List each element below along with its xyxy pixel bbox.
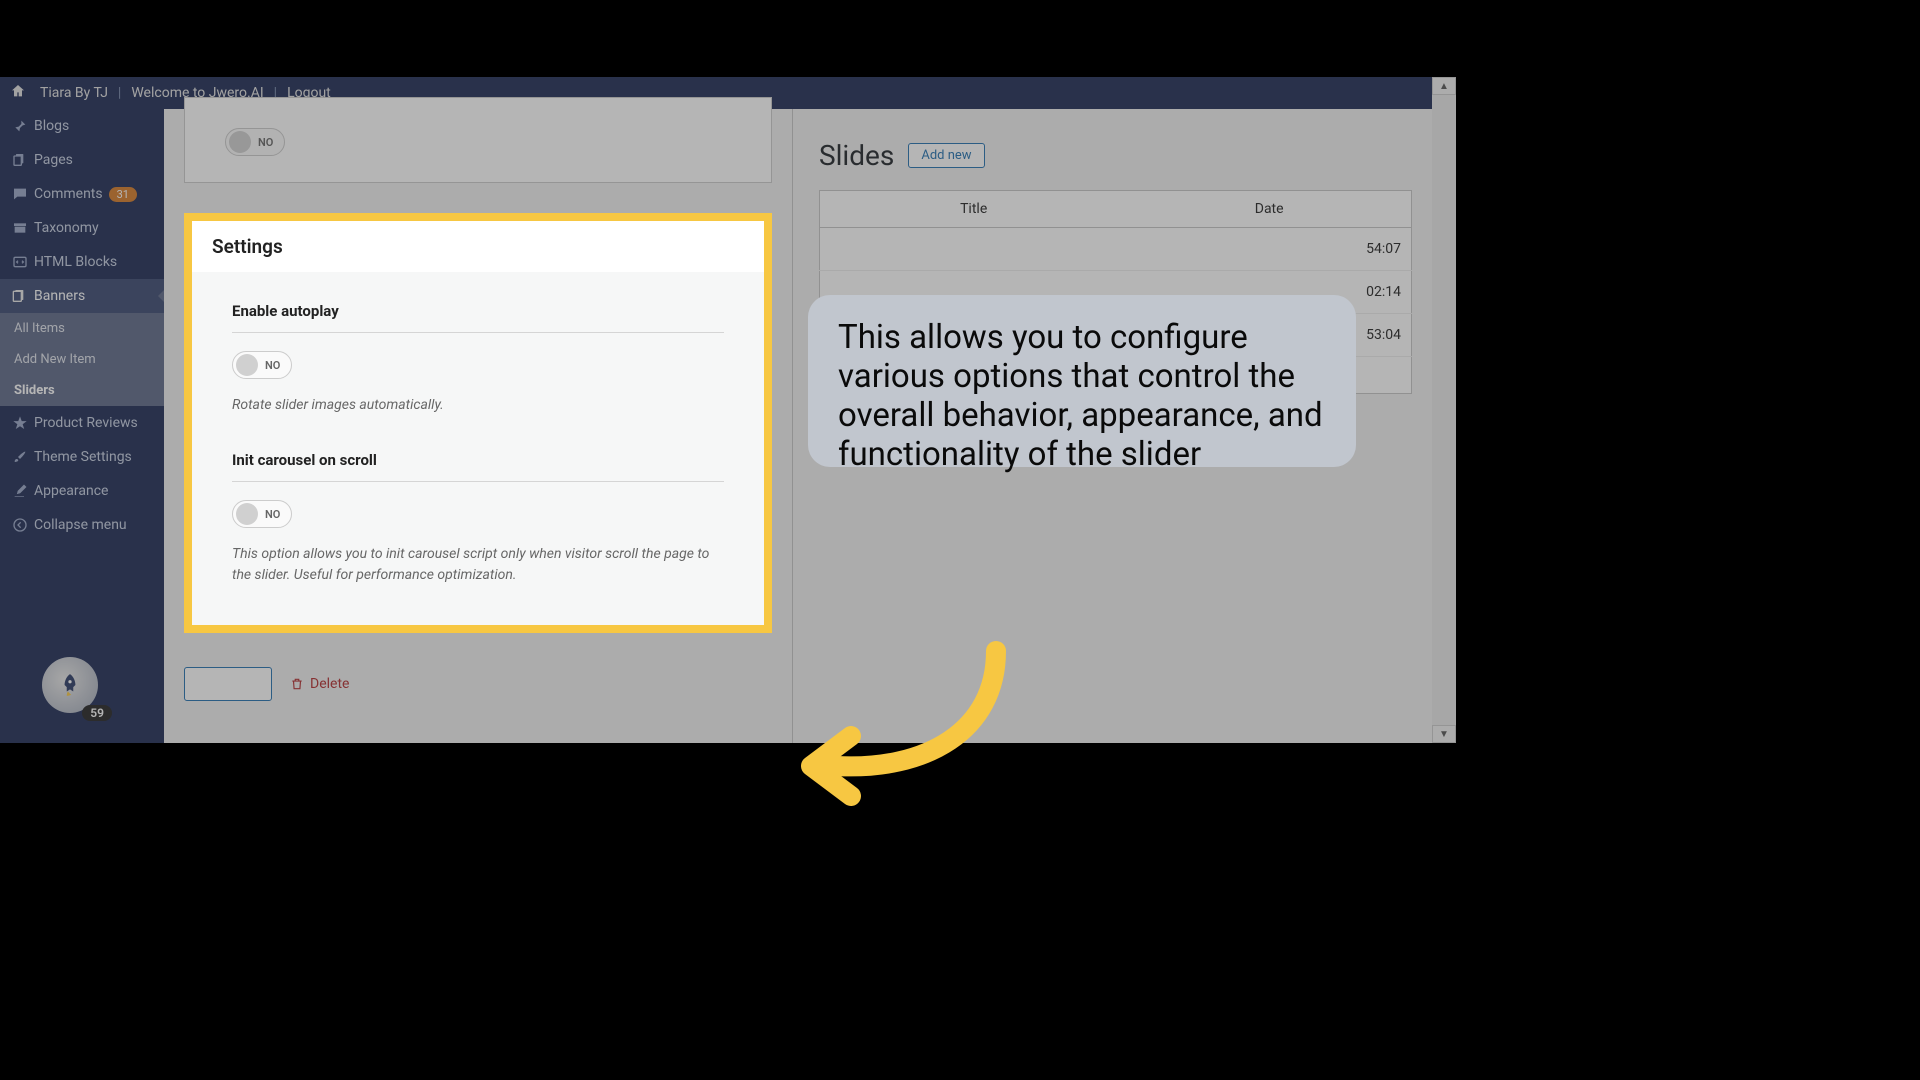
archive-icon [12,220,34,236]
vertical-scrollbar[interactable]: ▲ ▼ [1432,77,1456,743]
sidebar-label: Product Reviews [34,415,138,431]
sidebar-item-collapse-menu[interactable]: Collapse menu [0,508,164,542]
sidebar-label: HTML Blocks [34,254,117,270]
comments-count-badge: 31 [109,187,137,202]
scroll-up-arrow[interactable]: ▲ [1432,77,1456,95]
slides-title: Slides [819,139,894,172]
sidebar-item-appearance[interactable]: Appearance [0,474,164,508]
toggle-knob [236,503,258,525]
submenu-sliders[interactable]: Sliders [0,375,164,406]
sidebar-label: Theme Settings [34,449,132,465]
pages-icon [12,152,34,168]
rocket-badge[interactable]: 59 [42,657,98,713]
sidebar-label: Taxonomy [34,220,99,236]
init-carousel-toggle[interactable]: NO [232,500,292,528]
separator: | [118,85,121,101]
tutorial-callout: This allows you to configure various opt… [808,295,1356,467]
setting-label: Enable autoplay [232,302,724,333]
sidebar-item-product-reviews[interactable]: Product Reviews [0,406,164,440]
code-icon [12,254,34,270]
sidebar-item-theme-settings[interactable]: Theme Settings [0,440,164,474]
form-actions: Delete [184,667,772,701]
autoplay-toggle[interactable]: NO [232,351,292,379]
sidebar-item-comments[interactable]: Comments 31 [0,177,164,211]
toggle-switch[interactable]: NO [225,128,285,156]
settings-card: Settings Enable autoplay NO Rotate slide… [192,221,764,625]
sidebar-item-html-blocks[interactable]: HTML Blocks [0,245,164,279]
setting-description: Rotate slider images automatically. [232,395,724,415]
sidebar-label: Banners [34,288,85,304]
rocket-icon [57,672,83,698]
toggle-label: NO [265,508,280,521]
comment-icon [12,186,34,202]
col-date[interactable]: Date [1127,191,1411,228]
toggle-label: NO [258,136,273,149]
trash-icon [290,677,304,691]
table-header-row: Title Date [820,191,1412,228]
home-icon[interactable] [10,83,26,103]
sidebar-item-pages[interactable]: Pages [0,143,164,177]
sidebar-label: Comments [34,186,103,202]
sidebar-label: Blogs [34,118,69,134]
collapse-icon [12,517,34,533]
add-new-button[interactable]: Add new [908,143,984,168]
banners-submenu: All Items Add New Item Sliders [0,313,164,406]
sidebar-label: Collapse menu [34,517,127,533]
left-column: NO Settings Enable autoplay NO [164,109,792,743]
slides-header: Slides Add new [819,139,1412,172]
prior-setting-panel: NO [184,97,772,183]
sidebar-item-blogs[interactable]: Blogs [0,109,164,143]
paint-icon [12,483,34,499]
delete-label: Delete [310,676,349,692]
toggle-knob [229,131,251,153]
col-title[interactable]: Title [820,191,1128,228]
setting-init-carousel: Init carousel on scroll NO This option a… [232,451,724,585]
setting-description: This option allows you to init carousel … [232,544,724,585]
sidebar-item-taxonomy[interactable]: Taxonomy [0,211,164,245]
settings-highlight-box: Settings Enable autoplay NO Rotate slide… [184,213,772,633]
table-row[interactable]: 54:07 [820,228,1412,271]
rocket-count: 59 [82,705,112,721]
toggle-knob [236,354,258,376]
star-icon [12,415,34,431]
brush-icon [12,449,34,465]
sidebar-label: Pages [34,152,73,168]
setting-enable-autoplay: Enable autoplay NO Rotate slider images … [232,302,724,415]
app-window: ▲ ▼ Tiara By TJ | Welcome to Jwero.AI | … [0,77,1456,743]
settings-title: Settings [192,221,764,272]
banners-icon [12,288,34,304]
pin-icon [12,118,34,134]
cell-date: 54:07 [1127,228,1411,271]
primary-action-button[interactable] [184,667,272,701]
scroll-down-arrow[interactable]: ▼ [1432,725,1456,743]
callout-text: This allows you to configure various opt… [838,318,1323,474]
setting-label: Init carousel on scroll [232,451,724,482]
sidebar-label: Appearance [34,483,108,499]
admin-sidebar: Blogs Pages Comments 31 Taxonomy HTML Bl… [0,109,164,743]
delete-link[interactable]: Delete [290,676,349,692]
sidebar-item-banners[interactable]: Banners [0,279,164,313]
submenu-add-new-item[interactable]: Add New Item [0,344,164,375]
tutorial-arrow-icon [796,641,1016,811]
settings-body: Enable autoplay NO Rotate slider images … [192,272,764,625]
toggle-label: NO [265,359,280,372]
site-title-link[interactable]: Tiara By TJ [40,85,108,101]
submenu-all-items[interactable]: All Items [0,313,164,344]
